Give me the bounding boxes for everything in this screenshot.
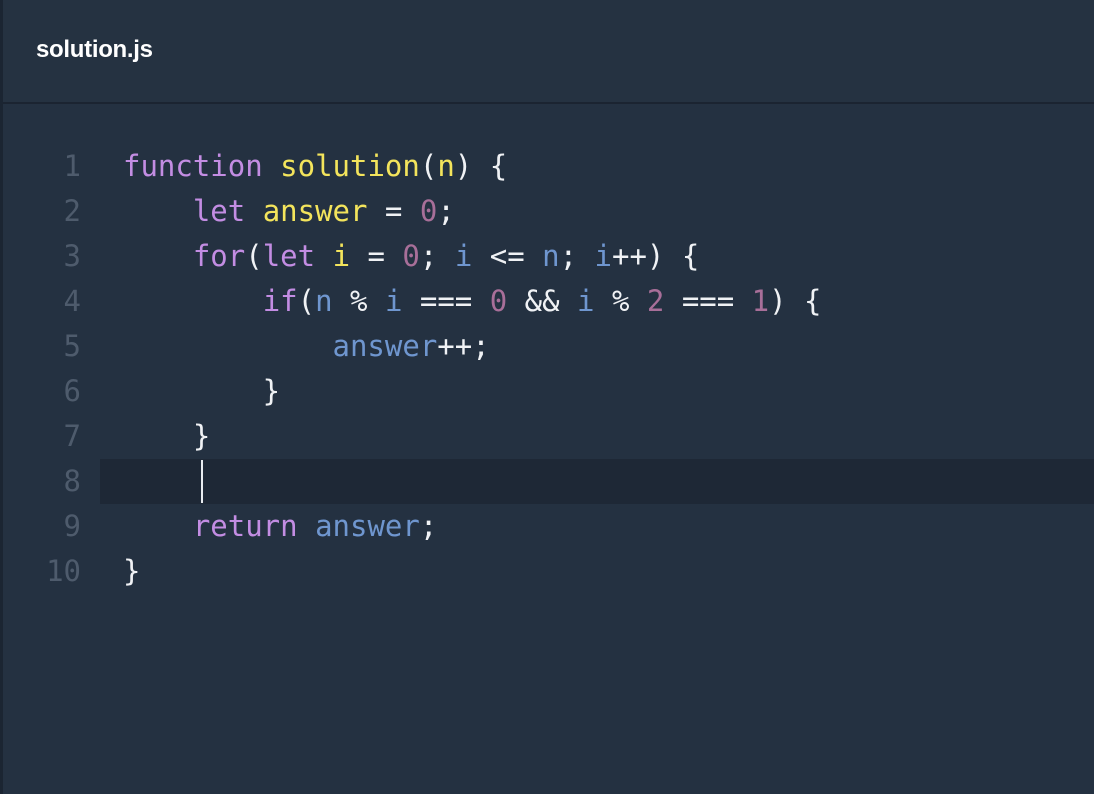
code-token: 0 xyxy=(402,239,420,273)
line-number: 5 xyxy=(63,329,81,363)
code-token: ( xyxy=(419,149,438,183)
code-token: === xyxy=(664,284,752,318)
code-token: n xyxy=(437,149,455,183)
text-cursor xyxy=(201,460,203,503)
code-line[interactable]: } xyxy=(123,414,210,459)
code-token: ; xyxy=(419,239,455,273)
code-token: 2 xyxy=(646,284,665,318)
code-token: answer xyxy=(262,194,368,228)
code-token: ( xyxy=(297,284,316,318)
code-token: <= xyxy=(472,239,543,273)
code-token: % xyxy=(332,284,385,318)
code-token: answer xyxy=(332,329,438,363)
code-editor[interactable]: 1 function solution(n) {2 let answer = 0;… xyxy=(3,104,1094,794)
code-token: i xyxy=(577,284,595,318)
code-token: let xyxy=(262,239,316,273)
line-number: 9 xyxy=(63,509,81,543)
code-token: ++; xyxy=(437,329,490,363)
code-line[interactable]: if(n % i === 0 && i % 2 === 1) { xyxy=(123,279,822,324)
code-token: ; xyxy=(437,194,455,228)
code-token: && xyxy=(507,284,578,318)
code-token: } xyxy=(123,554,141,588)
line-number: 7 xyxy=(63,419,81,453)
code-token: } xyxy=(123,374,281,408)
editor-window: solution.js 1 function solution(n) {2 let… xyxy=(0,0,1094,794)
code-token: i xyxy=(384,284,403,318)
code-token: 0 xyxy=(489,284,508,318)
code-line[interactable]: for(let i = 0; i <= n; i++) { xyxy=(123,234,699,279)
code-token: } xyxy=(123,419,211,453)
code-token: n xyxy=(542,239,560,273)
code-token: answer xyxy=(315,509,420,543)
code-token: ) { xyxy=(769,284,822,318)
line-number: 2 xyxy=(63,194,81,228)
code-line[interactable]: function solution(n) { xyxy=(123,144,507,189)
code-token: ( xyxy=(245,239,263,273)
code-line[interactable]: } xyxy=(123,549,140,594)
code-token: ) { xyxy=(454,149,508,183)
code-token: if xyxy=(262,284,298,318)
file-tab-title[interactable]: solution.js xyxy=(36,36,153,64)
line-number: 6 xyxy=(63,374,81,408)
line-number: 8 xyxy=(63,464,81,498)
code-token: function xyxy=(123,149,263,183)
code-token: i xyxy=(454,239,473,273)
code-token: i xyxy=(332,239,351,273)
code-token: === xyxy=(402,284,490,318)
code-token: ; xyxy=(559,239,595,273)
code-token: let xyxy=(192,194,246,228)
code-token: i xyxy=(594,239,612,273)
file-header: solution.js xyxy=(3,0,1094,104)
code-token: 1 xyxy=(751,284,770,318)
code-token: ; xyxy=(419,509,438,543)
line-number: 10 xyxy=(46,554,81,588)
code-token: for xyxy=(192,239,246,273)
line-number: 1 xyxy=(63,149,81,183)
code-token: solution xyxy=(280,149,420,183)
code-token: n xyxy=(315,284,333,318)
code-token: = xyxy=(367,194,420,228)
line-number: 4 xyxy=(63,284,81,318)
code-token: ++) { xyxy=(611,239,700,273)
line-number: 3 xyxy=(63,239,81,273)
code-token: % xyxy=(594,284,647,318)
code-line[interactable]: answer++; xyxy=(123,324,490,369)
code-token: 0 xyxy=(419,194,438,228)
code-line[interactable]: return answer; xyxy=(123,504,437,549)
code-line[interactable]: } xyxy=(123,369,280,414)
active-line-highlight xyxy=(100,459,1094,504)
code-token: = xyxy=(350,239,403,273)
code-line[interactable]: let answer = 0; xyxy=(123,189,455,234)
code-token: return xyxy=(192,509,298,543)
